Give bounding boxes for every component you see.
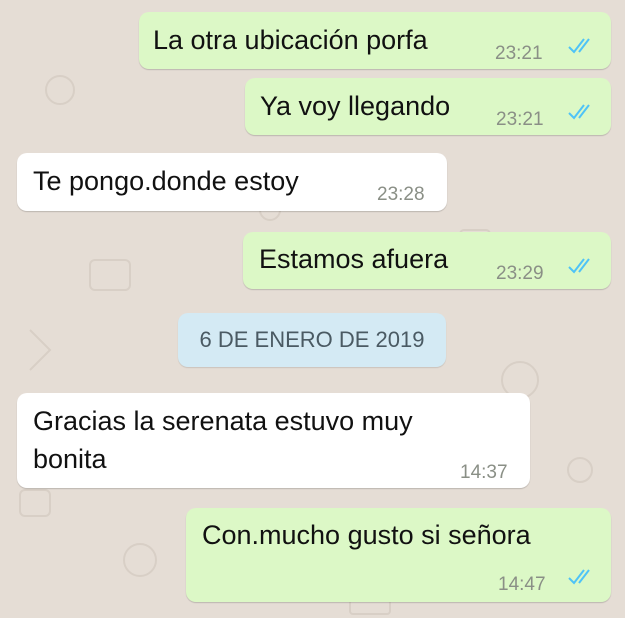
message-text: Con.mucho gusto si señora — [202, 520, 531, 550]
message-time: 23:28 — [377, 184, 425, 205]
message-text: Ya voy llegando — [260, 91, 451, 121]
message-text: Te pongo.donde estoy — [33, 166, 299, 196]
message-text: La otra ubicación porfa — [153, 25, 428, 55]
message-time: 23:29 — [496, 263, 544, 284]
double-check-icon — [568, 569, 590, 585]
message-text-line-2: bonita — [33, 444, 107, 474]
message-time: 14:37 — [460, 462, 508, 483]
message-text: Estamos afuera — [259, 244, 449, 274]
double-check-icon — [568, 38, 590, 54]
outgoing-message[interactable]: Estamos afuera 23:29 — [243, 232, 611, 289]
message-time: 23:21 — [496, 109, 544, 130]
incoming-message[interactable]: Gracias la serenata estuvo muy bonita 14… — [17, 393, 530, 488]
outgoing-message[interactable]: Ya voy llegando 23:21 — [245, 78, 611, 135]
outgoing-message[interactable]: La otra ubicación porfa 23:21 — [139, 12, 611, 69]
message-text-line-1: Gracias la serenata estuvo muy — [33, 406, 413, 436]
double-check-icon — [568, 104, 590, 120]
double-check-icon — [568, 258, 590, 274]
incoming-message[interactable]: Te pongo.donde estoy 23:28 — [17, 153, 447, 211]
outgoing-message[interactable]: Con.mucho gusto si señora 14:47 — [186, 508, 611, 602]
message-time: 23:21 — [495, 43, 543, 64]
date-divider: 6 DE ENERO DE 2019 — [178, 313, 446, 367]
message-time: 14:47 — [498, 574, 546, 595]
